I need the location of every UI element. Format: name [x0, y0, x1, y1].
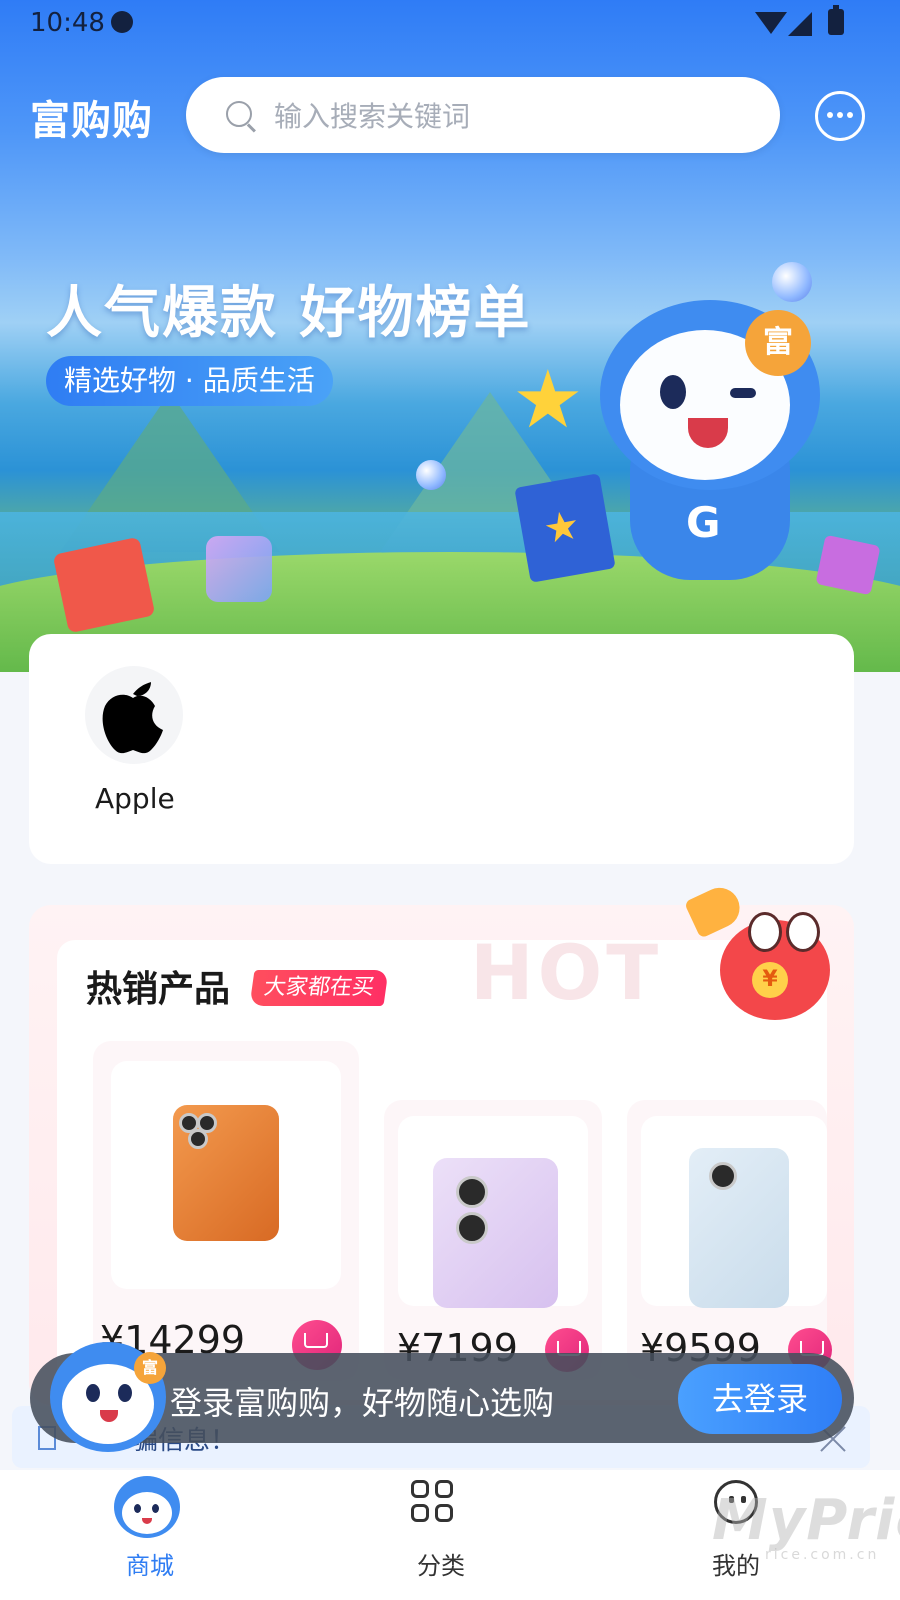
brand-section: Apple	[29, 634, 854, 864]
hot-watermark: HOT	[470, 928, 663, 1017]
login-mascot: 富	[50, 1322, 170, 1452]
banner-mascot: 富 G	[590, 260, 830, 600]
tab-label: 分类	[417, 1552, 465, 1580]
grid-icon	[411, 1480, 457, 1526]
search-bar[interactable]: 输入搜索关键词	[186, 77, 780, 153]
tab-mall[interactable]: 商城	[0, 1470, 300, 1600]
mascot-letter: G	[686, 498, 721, 547]
star-icon: ★	[512, 353, 584, 446]
login-prompt-text: 登录富购购，好物随心选购	[170, 1384, 555, 1422]
product-image	[398, 1116, 588, 1308]
tab-label: 商城	[126, 1552, 174, 1580]
phone-image	[433, 1158, 558, 1308]
brand-label: Apple	[95, 782, 175, 815]
status-time: 10:48	[30, 8, 105, 38]
watermark: MyPrice	[712, 1488, 900, 1553]
camera-lens	[456, 1176, 488, 1208]
tab-category[interactable]: 分类	[291, 1470, 591, 1600]
login-button[interactable]: 去登录	[678, 1364, 842, 1434]
camera-lens	[709, 1162, 737, 1190]
banner-title: 人气爆款 好物榜单	[46, 281, 532, 346]
status-bar: 10:48	[0, 0, 900, 48]
mall-mascot-icon	[112, 1470, 182, 1540]
banner-tagline: 精选好物 · 品质生活	[46, 356, 333, 406]
coin-icon: ¥	[752, 962, 788, 998]
product-image	[111, 1061, 341, 1289]
cube-decoration	[206, 536, 272, 602]
product-image	[641, 1116, 827, 1308]
section-title: 热销产品	[86, 969, 231, 1010]
mascot-badge: 富	[134, 1352, 166, 1384]
signal-icon	[788, 12, 812, 36]
camera-lens	[188, 1129, 208, 1149]
battery-icon	[828, 5, 844, 35]
bubble-decoration	[416, 460, 446, 490]
search-placeholder: 输入搜索关键词	[274, 100, 471, 133]
camera-lens	[456, 1212, 488, 1244]
wifi-icon	[755, 12, 787, 34]
phone-image	[689, 1148, 789, 1308]
search-icon	[226, 101, 252, 127]
mascot-badge: 富	[745, 310, 811, 376]
message-icon[interactable]	[815, 91, 865, 141]
watermark-sub: rice.com.cn	[765, 1547, 880, 1563]
hot-tag-badge: 大家都在买	[249, 970, 389, 1006]
megaphone-icon	[683, 881, 747, 939]
notification-icon	[111, 11, 133, 33]
megaphone-mascot: ¥	[683, 881, 840, 1030]
apple-logo-icon	[102, 682, 163, 754]
app-brand: 富购购	[30, 98, 153, 144]
